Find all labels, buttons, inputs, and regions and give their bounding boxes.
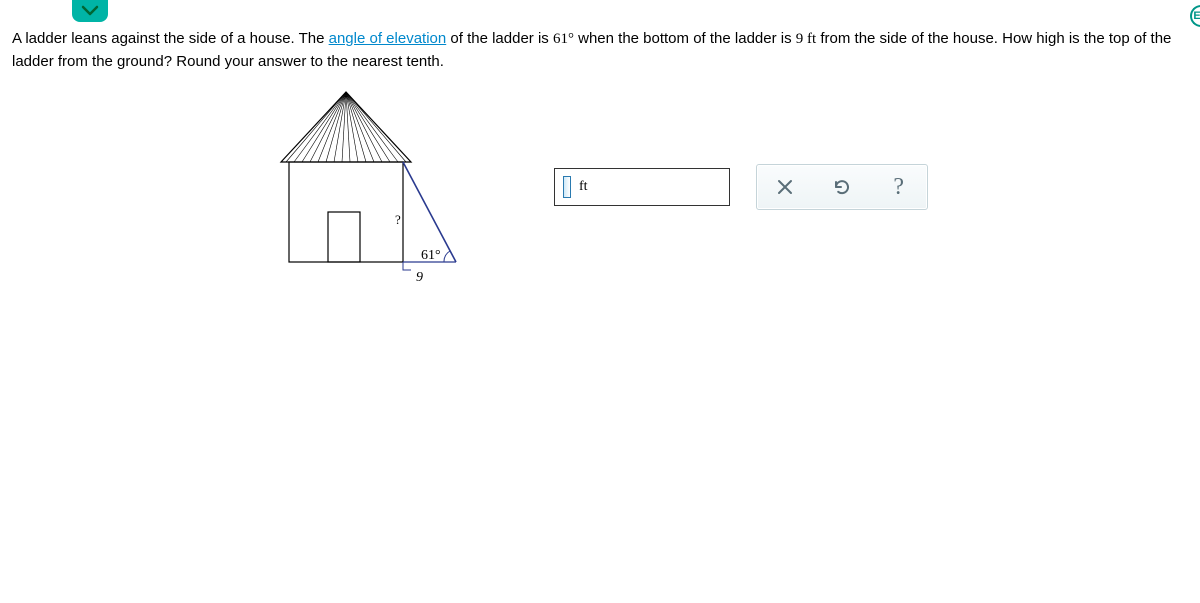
reset-button[interactable] bbox=[822, 169, 862, 205]
question-mark-icon: ? bbox=[893, 174, 904, 201]
unknown-label: ? bbox=[395, 212, 401, 227]
input-cursor-icon bbox=[563, 176, 571, 198]
right-edge-badge: E bbox=[1190, 5, 1200, 27]
answer-unit: ft bbox=[579, 179, 588, 195]
clear-button[interactable] bbox=[765, 169, 805, 205]
collapse-button[interactable] bbox=[72, 0, 108, 22]
q-part1: A ladder leans against the side of a hou… bbox=[12, 30, 329, 47]
undo-icon bbox=[832, 178, 852, 196]
q-angle: 61° bbox=[553, 31, 574, 47]
question-text: A ladder leans against the side of a hou… bbox=[12, 28, 1180, 73]
diagram-svg: ? 61° 9 bbox=[256, 84, 476, 294]
answer-input-container[interactable]: ft bbox=[554, 168, 730, 206]
q-part3: when the bottom of the ladder is bbox=[574, 30, 796, 47]
help-button[interactable]: ? bbox=[879, 169, 919, 205]
q-part2: of the ladder is bbox=[446, 30, 553, 47]
control-bar: ? bbox=[756, 164, 928, 210]
house-ladder-diagram: ? 61° 9 bbox=[256, 84, 476, 294]
base-label: 9 bbox=[416, 270, 423, 285]
close-icon bbox=[777, 179, 793, 195]
angle-label: 61° bbox=[421, 248, 441, 263]
chevron-down-icon bbox=[81, 5, 99, 17]
angle-of-elevation-link[interactable]: angle of elevation bbox=[329, 30, 447, 47]
q-distance: 9 ft bbox=[796, 31, 816, 47]
